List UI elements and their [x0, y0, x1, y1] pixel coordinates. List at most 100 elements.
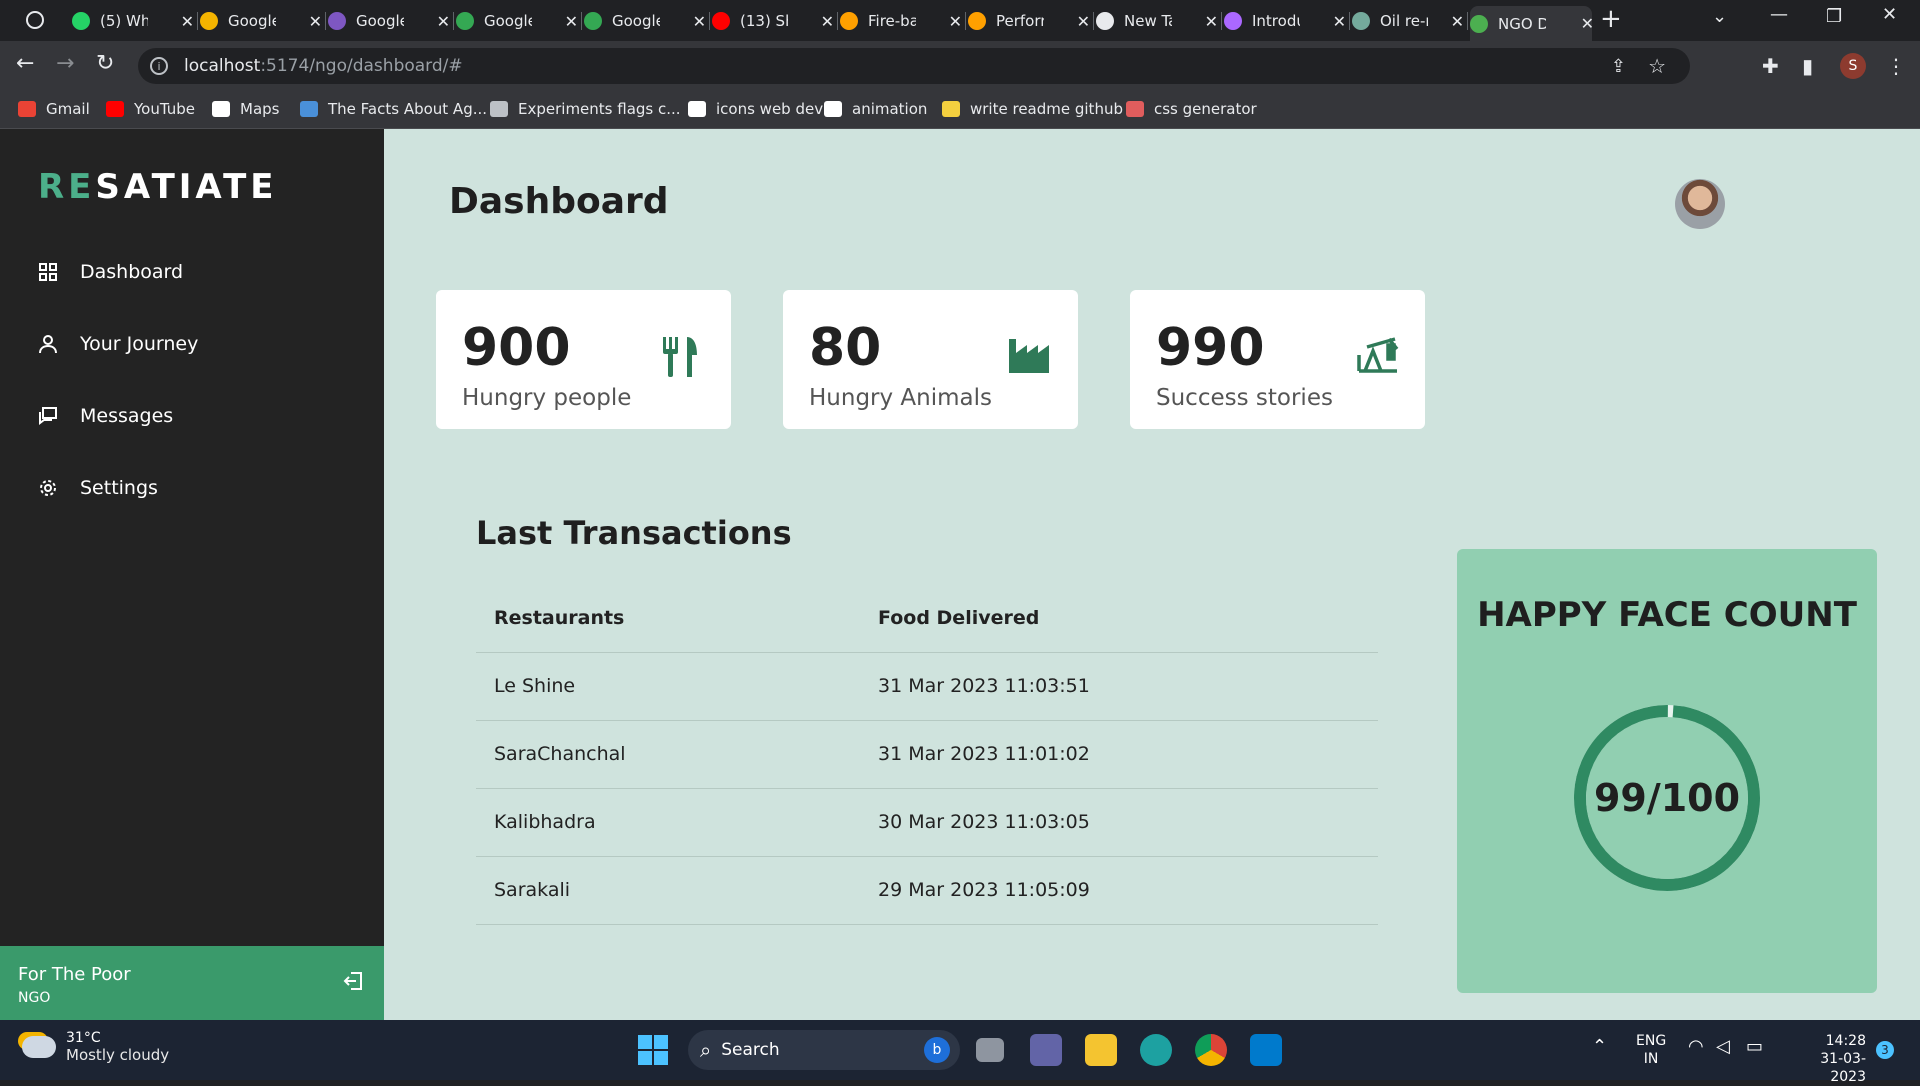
bookmark-item[interactable]: Gmail	[18, 100, 90, 118]
tab-close-icon[interactable]: ✕	[309, 12, 322, 31]
main-content: Dashboard 900 Hungry people 80 Hungry An…	[384, 129, 1920, 1020]
tab-item[interactable]: (13) Sh ✕	[712, 6, 834, 36]
bookmark-item[interactable]: write readme github	[942, 100, 1123, 118]
language-indicator[interactable]: ENG IN	[1636, 1032, 1666, 1068]
taskbar-search[interactable]: ⌕ Search b	[688, 1030, 960, 1070]
bookmark-item[interactable]: animation	[824, 100, 927, 118]
tab-item[interactable]: Perforr ✕	[968, 6, 1090, 36]
clock[interactable]: 14:28 31-03-2023	[1786, 1032, 1866, 1086]
tab-item[interactable]: (5) Wh ✕	[72, 6, 194, 36]
site-info-icon[interactable]: i	[150, 57, 168, 75]
side-panel-icon[interactable]: ▮	[1802, 54, 1813, 78]
sidebar-item-settings[interactable]: Settings	[38, 477, 158, 499]
tab-close-icon[interactable]: ✕	[693, 12, 706, 31]
windows-start-icon[interactable]	[638, 1035, 668, 1065]
tab-close-icon[interactable]: ✕	[437, 12, 450, 31]
volume-icon[interactable]: ◁	[1716, 1038, 1730, 1056]
sidebar-item-label: Settings	[80, 477, 158, 499]
edge-icon[interactable]	[1140, 1034, 1172, 1066]
tab-close-icon[interactable]: ✕	[181, 12, 194, 31]
tab-separator	[837, 12, 838, 30]
tab-close-icon[interactable]: ✕	[1451, 12, 1464, 31]
tab-item[interactable]: Oil re-r ✕	[1352, 6, 1464, 36]
tab-item[interactable]: Google ✕	[200, 6, 322, 36]
close-window-button[interactable]: ✕	[1882, 4, 1897, 25]
tab-label: Google	[612, 12, 660, 30]
profile-avatar[interactable]: S	[1840, 53, 1866, 79]
bookmark-item[interactable]: Maps	[212, 100, 279, 118]
table-row[interactable]: SaraChanchal 31 Mar 2023 11:01:02	[476, 721, 1378, 789]
weather-widget[interactable]: 31°C Mostly cloudy	[22, 1030, 169, 1064]
tab-item[interactable]: Google ✕	[456, 6, 578, 36]
teams-chat-icon[interactable]	[1030, 1034, 1062, 1066]
delivered-cell: 30 Mar 2023 11:03:05	[878, 811, 1090, 833]
share-icon[interactable]: ⇪	[1611, 56, 1626, 77]
tab-label: New Ta	[1124, 12, 1172, 30]
tab-label: Fire-ba	[868, 12, 916, 30]
tab-item[interactable]: Google ✕	[328, 6, 450, 36]
avatar[interactable]	[1675, 179, 1725, 229]
extensions-icon[interactable]: ✚	[1762, 54, 1779, 78]
reload-button[interactable]: ↻	[96, 51, 114, 76]
sidebar-item-dashboard[interactable]: Dashboard	[38, 261, 183, 283]
forward-button[interactable]: →	[56, 51, 74, 76]
transactions-table: Restaurants Food Delivered Le Shine 31 M…	[476, 585, 1378, 925]
table-row[interactable]: Sarakali 29 Mar 2023 11:05:09	[476, 857, 1378, 925]
bookmark-item[interactable]: YouTube	[106, 100, 195, 118]
tray-chevron-icon[interactable]: ⌃	[1592, 1038, 1607, 1056]
tab-close-icon[interactable]: ✕	[949, 12, 962, 31]
tab-favicon-icon	[840, 12, 858, 30]
tab-separator	[965, 12, 966, 30]
chrome-icon[interactable]	[1195, 1034, 1227, 1066]
notification-badge[interactable]: 3	[1876, 1041, 1894, 1059]
stat-card-hungry-people: 900 Hungry people	[436, 290, 731, 429]
bookmark-item[interactable]: icons web dev	[688, 100, 823, 118]
tab-close-icon[interactable]: ✕	[1581, 14, 1594, 33]
restore-button[interactable]: ❐	[1826, 6, 1842, 27]
logout-icon[interactable]	[342, 970, 364, 992]
tab-close-icon[interactable]: ✕	[1205, 12, 1218, 31]
bookmark-item[interactable]: The Facts About Ag...	[300, 100, 487, 118]
brand-logo[interactable]: RESATIATE	[38, 167, 278, 207]
sidebar-item-your-journey[interactable]: Your Journey	[38, 333, 198, 355]
task-view-icon[interactable]	[976, 1038, 1004, 1062]
tab-favicon-icon	[1470, 14, 1488, 33]
tab-item[interactable]: Introdu ✕	[1224, 6, 1346, 36]
table-row[interactable]: Kalibhadra 30 Mar 2023 11:03:05	[476, 789, 1378, 857]
tab-item[interactable]: Fire-ba ✕	[840, 6, 962, 36]
tab-item[interactable]: NGO D ✕	[1470, 6, 1594, 41]
file-explorer-icon[interactable]	[1085, 1034, 1117, 1066]
wifi-icon[interactable]: ◠	[1688, 1038, 1704, 1056]
stat-value: 900	[462, 318, 571, 378]
tab-close-icon[interactable]: ✕	[565, 12, 578, 31]
bookmark-item[interactable]: Experiments flags c...	[490, 100, 681, 118]
industry-icon	[1009, 339, 1049, 373]
menu-kebab-icon[interactable]: ⋮	[1886, 54, 1906, 78]
battery-icon[interactable]: ▭	[1746, 1038, 1763, 1056]
column-header-food-delivered: Food Delivered	[878, 607, 1040, 629]
table-row[interactable]: Le Shine 31 Mar 2023 11:03:51	[476, 653, 1378, 721]
tab-list-chevron-icon[interactable]: ⌄	[1712, 6, 1727, 27]
tab-item[interactable]: New Ta ✕	[1096, 6, 1218, 36]
bookmark-item[interactable]: css generator	[1126, 100, 1257, 118]
bookmark-star-icon[interactable]: ☆	[1648, 54, 1666, 78]
tab-close-icon[interactable]: ✕	[1077, 12, 1090, 31]
tab-close-icon[interactable]: ✕	[1333, 12, 1346, 31]
new-tab-button[interactable]: +	[1600, 4, 1622, 34]
user-icon	[39, 335, 57, 354]
happy-face-title: HAPPY FACE COUNT	[1477, 595, 1857, 635]
sidebar-item-label: Your Journey	[80, 333, 199, 355]
tab-close-icon[interactable]: ✕	[821, 12, 834, 31]
tab-item[interactable]: Google ✕	[584, 6, 706, 36]
sidebar-item-messages[interactable]: Messages	[38, 405, 173, 427]
vscode-icon[interactable]	[1250, 1034, 1282, 1066]
clock-date: 31-03-2023	[1820, 1051, 1866, 1085]
bookmark-favicon-icon	[300, 101, 318, 117]
transactions-title: Last Transactions	[476, 514, 792, 552]
table-header: Restaurants Food Delivered	[476, 585, 1378, 653]
happy-face-value: 99/100	[1593, 776, 1741, 820]
address-bar[interactable]: i localhost:5174/ngo/dashboard/# ⇪ ☆	[138, 48, 1690, 84]
back-button[interactable]: ←	[16, 51, 34, 76]
minimize-button[interactable]: —	[1770, 4, 1788, 25]
tab-search-icon[interactable]	[26, 11, 44, 29]
